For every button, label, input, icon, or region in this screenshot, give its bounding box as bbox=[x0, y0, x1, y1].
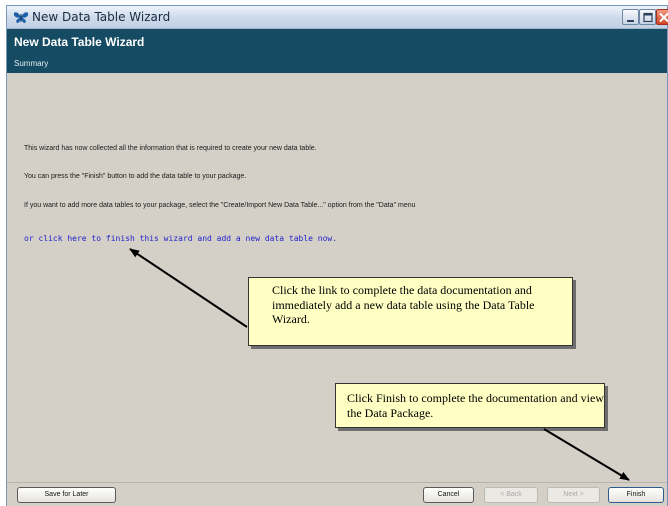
wizard-footer: Save for Later Cancel < Back Next > Fini… bbox=[7, 482, 667, 506]
wizard-window: New Data Table Wizard New Data Table Wiz… bbox=[6, 5, 668, 506]
summary-text-3: If you want to add more data tables to y… bbox=[24, 202, 416, 209]
back-button[interactable]: < Back bbox=[484, 487, 538, 503]
minimize-button[interactable] bbox=[622, 9, 639, 25]
minimize-icon bbox=[627, 20, 634, 22]
header-subtitle: Summary bbox=[14, 59, 49, 68]
next-button[interactable]: Next > bbox=[547, 487, 600, 503]
close-icon bbox=[659, 12, 668, 23]
title-bar[interactable]: New Data Table Wizard bbox=[7, 6, 668, 29]
window-title: New Data Table Wizard bbox=[32, 10, 171, 24]
finish-callout: Click Finish to complete the documentati… bbox=[335, 383, 605, 428]
wizard-header: New Data Table Wizard Summary bbox=[7, 29, 667, 73]
header-title: New Data Table Wizard bbox=[14, 35, 145, 49]
butterfly-icon bbox=[13, 12, 29, 24]
close-button[interactable] bbox=[656, 9, 668, 25]
summary-text-1: This wizard has now collected all the in… bbox=[24, 145, 317, 152]
link-callout: Click the link to complete the data docu… bbox=[248, 277, 573, 346]
wizard-content: This wizard has now collected all the in… bbox=[7, 73, 667, 482]
summary-text-2: You can press the "Finish" button to add… bbox=[24, 173, 247, 180]
finish-button[interactable]: Finish bbox=[608, 487, 664, 503]
maximize-icon bbox=[643, 12, 653, 23]
save-for-later-button[interactable]: Save for Later bbox=[17, 487, 116, 503]
maximize-button[interactable] bbox=[639, 9, 656, 25]
add-new-table-link[interactable]: or click here to finish this wizard and … bbox=[24, 234, 337, 243]
cancel-button[interactable]: Cancel bbox=[423, 487, 474, 503]
